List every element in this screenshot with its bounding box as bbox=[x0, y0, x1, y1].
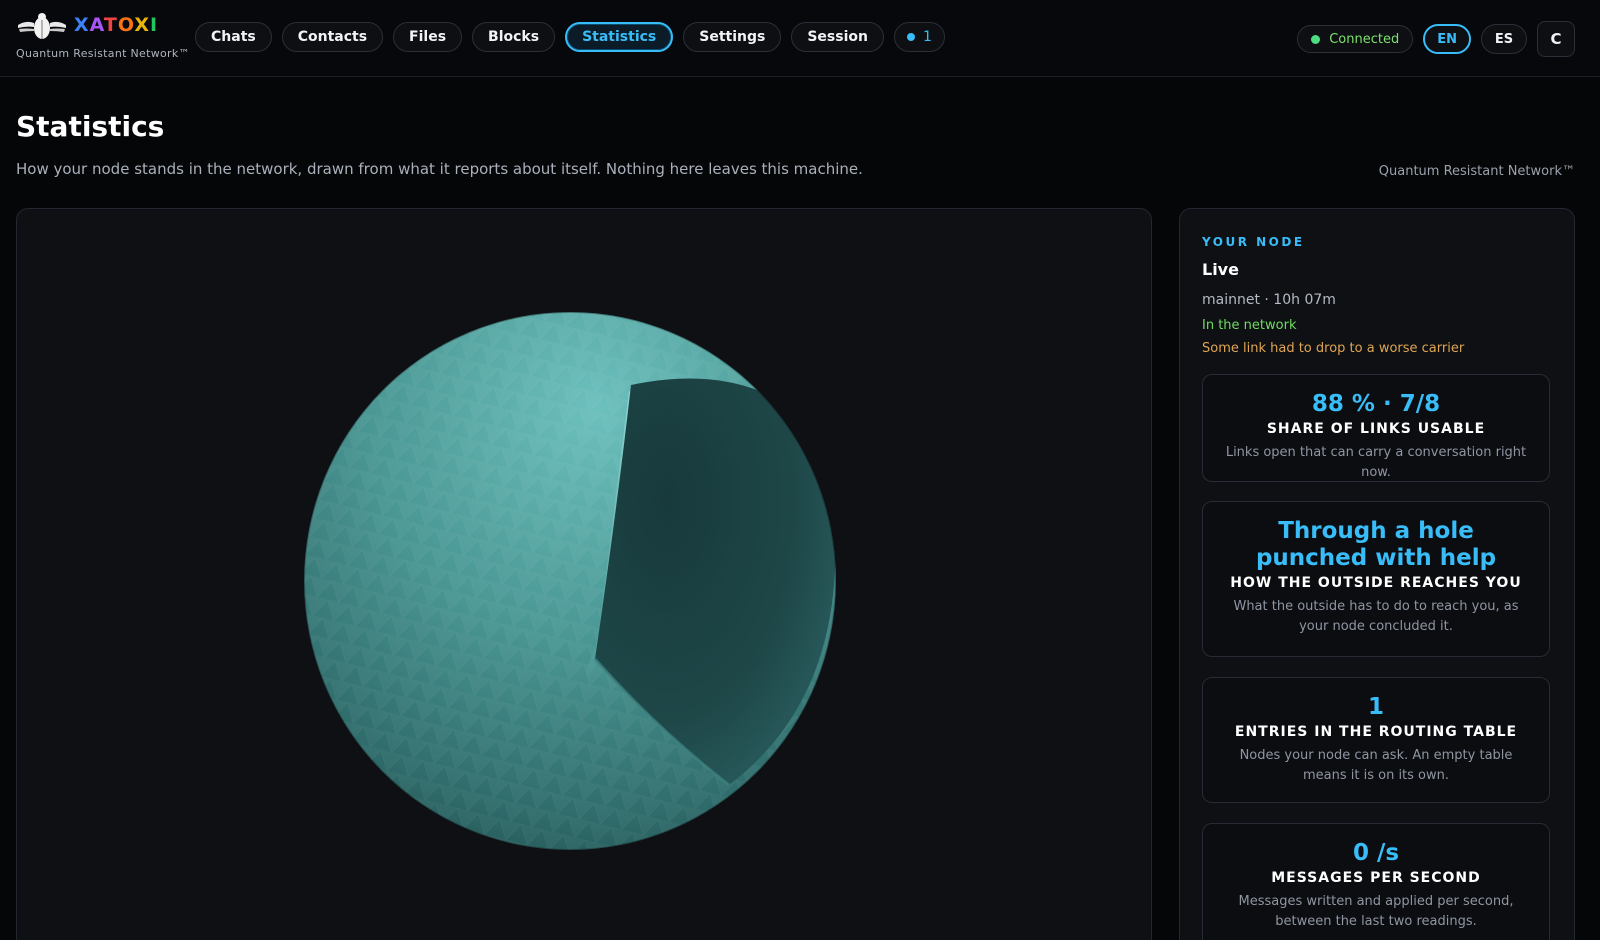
stat-label: SHARE OF LINKS USABLE bbox=[1266, 421, 1486, 437]
stat-description: Nodes your node can ask. An empty table … bbox=[1239, 748, 1513, 783]
stat-card-reachability: Through a hole punched with help HOW THE… bbox=[1202, 501, 1550, 657]
brand-letter: I bbox=[150, 14, 159, 36]
brand-letter: X bbox=[134, 14, 150, 36]
nav-session[interactable]: Session bbox=[791, 22, 884, 52]
connection-status-label: Connected bbox=[1329, 31, 1400, 47]
brand-tagline: Quantum Resistant Network™ bbox=[16, 47, 190, 60]
stat-description: Messages written and applied per second,… bbox=[1238, 894, 1514, 929]
stat-description: What the outside has to do to reach you,… bbox=[1233, 599, 1519, 634]
nav-settings[interactable]: Settings bbox=[683, 22, 782, 52]
lang-es-button[interactable]: ES bbox=[1481, 24, 1527, 54]
nav-chats[interactable]: Chats bbox=[195, 22, 272, 52]
nav-blocks[interactable]: Blocks bbox=[472, 22, 556, 52]
stat-value: 0 /s bbox=[1352, 840, 1400, 866]
network-sphere[interactable] bbox=[17, 209, 1152, 940]
stat-value: Through a hole punched with help bbox=[1255, 518, 1497, 571]
brand-wordmark: XATOXI bbox=[74, 14, 158, 36]
brand-letter: X bbox=[74, 14, 90, 36]
brand[interactable]: XATOXI Quantum Resistant Network™ bbox=[16, 10, 190, 66]
notification-button[interactable]: 1 bbox=[893, 22, 945, 52]
node-network-status: In the network bbox=[1202, 318, 1297, 333]
brand-letter: O bbox=[117, 14, 135, 36]
node-eyebrow: YOUR NODE bbox=[1202, 235, 1305, 249]
stat-description: Links open that can carry a conversation… bbox=[1225, 445, 1527, 480]
notification-dot-icon bbox=[906, 33, 915, 41]
lang-en-button[interactable]: EN bbox=[1423, 24, 1471, 54]
connection-status: Connected bbox=[1297, 25, 1414, 53]
stat-card-links: 88 % · 7/8 SHARE OF LINKS USABLE Links o… bbox=[1202, 374, 1550, 482]
node-meta: mainnet · 10h 07m bbox=[1202, 292, 1336, 308]
page-title: Statistics bbox=[16, 110, 165, 143]
theme-toggle-button[interactable]: C bbox=[1537, 21, 1575, 57]
brand-letter: A bbox=[89, 14, 104, 36]
stat-label: ENTRIES IN THE ROUTING TABLE bbox=[1234, 724, 1518, 740]
notification-count: 1 bbox=[922, 29, 932, 45]
winged-scarab-logo-icon bbox=[18, 13, 66, 39]
network-visualization[interactable] bbox=[16, 208, 1152, 940]
nav-files[interactable]: Files bbox=[393, 22, 463, 52]
top-bar: XATOXI Quantum Resistant Network™ Chats … bbox=[0, 0, 1600, 77]
nav-statistics[interactable]: Statistics bbox=[565, 22, 674, 52]
nav-contacts[interactable]: Contacts bbox=[281, 22, 384, 52]
node-panel: YOUR NODE Live mainnet · 10h 07m In the … bbox=[1179, 208, 1575, 940]
stat-card-routing: 1 ENTRIES IN THE ROUTING TABLE Nodes you… bbox=[1202, 677, 1550, 803]
main-nav: Chats Contacts Files Blocks Statistics S… bbox=[195, 22, 945, 52]
node-state: Live bbox=[1202, 260, 1239, 279]
stat-value: 1 bbox=[1367, 694, 1384, 720]
header-controls: Connected EN ES C bbox=[1297, 21, 1575, 57]
stat-label: MESSAGES PER SECOND bbox=[1271, 870, 1481, 886]
node-warning: Some link had to drop to a worse carrier bbox=[1202, 341, 1465, 356]
stat-label: HOW THE OUTSIDE REACHES YOU bbox=[1230, 575, 1522, 591]
stat-value: 88 % · 7/8 bbox=[1311, 391, 1441, 417]
status-dot-icon bbox=[1311, 34, 1321, 44]
page-tag: Quantum Resistant Network™ bbox=[1378, 164, 1575, 179]
stat-card-messages: 0 /s MESSAGES PER SECOND Messages writte… bbox=[1202, 823, 1550, 940]
page-subtitle: How your node stands in the network, dra… bbox=[16, 160, 863, 178]
brand-letter: T bbox=[103, 14, 118, 36]
